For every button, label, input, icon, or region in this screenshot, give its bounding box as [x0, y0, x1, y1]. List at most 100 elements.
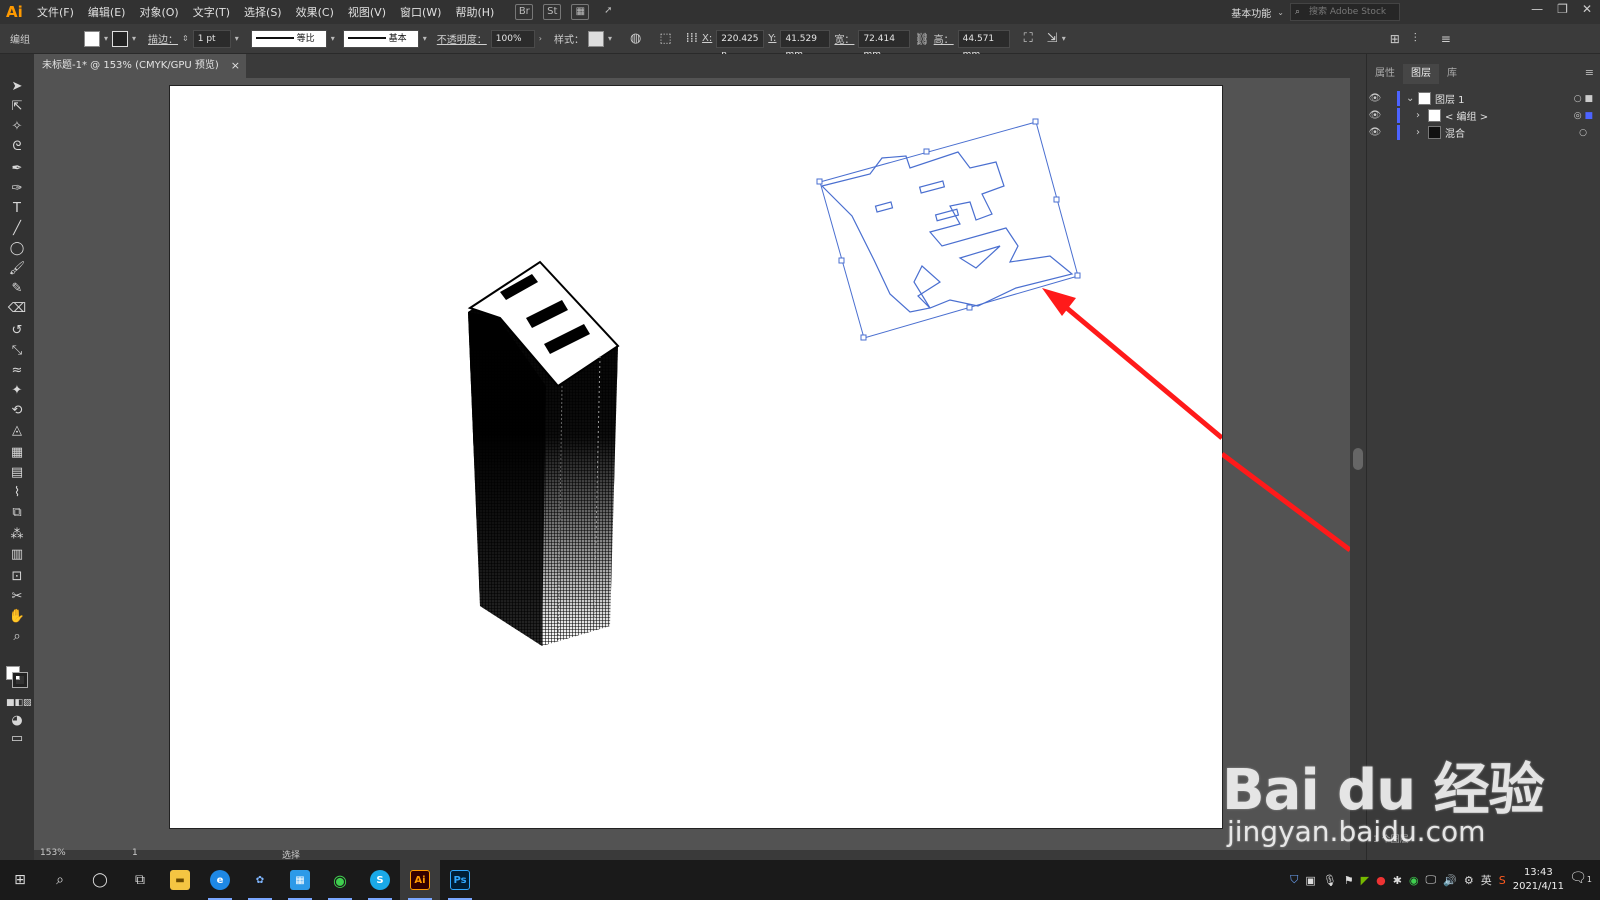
menu-select[interactable]: 选择(S) [237, 4, 289, 20]
chevron-right-icon[interactable]: › [1416, 127, 1428, 138]
panel-menu-icon[interactable]: ≡ [1585, 66, 1594, 79]
align-icon[interactable]: ⫶ [1414, 31, 1417, 46]
paintbrush-tool-icon[interactable]: 🖌 [6, 260, 28, 278]
gpu-performance-icon[interactable]: ➚ [599, 4, 617, 20]
hand-tool-icon[interactable]: ✋ [6, 608, 28, 626]
free-transform-tool-icon[interactable]: ⟲ [6, 402, 28, 420]
variable-width-profile[interactable]: 等比 [250, 29, 327, 48]
nvidia-icon[interactable]: ◤ [1361, 874, 1369, 887]
zoom-tool-icon[interactable]: ⌕ [6, 628, 28, 646]
stock-search-input[interactable]: ⌕ 搜索 Adobe Stock [1290, 3, 1400, 21]
menu-type[interactable]: 文字(T) [186, 4, 237, 20]
start-windows-icon[interactable]: ⊞ [0, 860, 40, 900]
constrain-proportions-icon[interactable]: ⛓ [914, 32, 929, 46]
chevron-right-icon[interactable]: › [539, 34, 542, 43]
artboard-number[interactable]: 1 [132, 848, 138, 858]
control-menu-icon[interactable]: ≡ [1441, 32, 1451, 46]
rotate-tool-icon[interactable]: ↺ [6, 322, 28, 340]
browser-icon[interactable]: S [360, 860, 400, 900]
puppet-warp-tool-icon[interactable]: ✦ [6, 382, 28, 400]
minimize-icon[interactable]: — [1531, 2, 1543, 16]
lasso-tool-icon[interactable]: ᘓ [6, 138, 28, 156]
warp-tool-icon[interactable]: ≈ [6, 362, 28, 380]
task-view-icon[interactable]: ⧉ [120, 860, 160, 900]
reference-point-icon[interactable]: ⁞⁞⁞ [686, 31, 698, 46]
opacity-field[interactable]: 100% [490, 29, 535, 48]
notification-center-icon[interactable]: 🗨1 [1569, 870, 1592, 886]
menu-effect[interactable]: 效果(C) [289, 4, 341, 20]
curvature-tool-icon[interactable]: ✑ [6, 180, 28, 198]
chevron-down-icon[interactable]: ▾ [331, 34, 335, 43]
direct-selection-tool-icon[interactable]: ⇱ [6, 98, 28, 116]
close-tab-icon[interactable]: × [231, 54, 240, 78]
visibility-eye-icon[interactable]: 👁 [1367, 127, 1383, 138]
color-mode-icon[interactable]: ■◧▨ [6, 694, 32, 712]
scale-tool-icon[interactable]: ⤡ [6, 342, 28, 360]
cortana-icon[interactable]: ◯ [80, 860, 120, 900]
shape-builder-tool-icon[interactable]: ◬ [6, 422, 28, 440]
stepper-icon[interactable]: ⇕ [182, 34, 189, 43]
wechat-icon[interactable]: ◉ [320, 860, 360, 900]
workspace-label[interactable]: 基本功能 [1231, 5, 1271, 20]
document-tab[interactable]: 未标题-1* @ 153% (CMYK/GPU 预览) × [34, 54, 246, 78]
artboard[interactable] [170, 86, 1224, 828]
chevron-down-icon[interactable]: ▾ [132, 34, 136, 43]
edge-browser-icon[interactable]: e [200, 860, 240, 900]
group-name[interactable]: < 编组 > [1445, 108, 1488, 123]
visibility-eye-icon[interactable]: 👁 [1367, 93, 1383, 104]
drawing-mode-icon[interactable]: ◕ [6, 712, 28, 730]
photoshop-taskbar-icon[interactable]: Ps [440, 860, 480, 900]
align-to-icon[interactable]: ⬚ [659, 31, 671, 46]
target-icon[interactable]: ◎ ■ [1574, 111, 1593, 121]
tray-red-icon[interactable]: ● [1376, 874, 1386, 887]
chevron-down-icon[interactable]: ▾ [104, 34, 108, 43]
close-icon[interactable]: ✕ [1582, 2, 1592, 16]
type-tool-icon[interactable]: T [6, 200, 28, 218]
tab-properties[interactable]: 属性 [1367, 64, 1403, 84]
search-icon[interactable]: ⌕ [40, 860, 80, 900]
bridge-icon[interactable]: Br [515, 4, 534, 20]
line-tool-icon[interactable]: ╱ [6, 220, 28, 238]
clock[interactable]: 13:43 2021/4/11 [1513, 866, 1564, 894]
target-icon[interactable]: ○ [1579, 128, 1587, 138]
ellipse-tool-icon[interactable]: ◯ [6, 240, 28, 258]
target-icon[interactable]: ○ ■ [1574, 94, 1593, 104]
blend-tool-icon[interactable]: ⧉ [6, 504, 28, 522]
chevron-down-icon[interactable]: ⌄ [1406, 93, 1418, 104]
input-method-indicator[interactable]: 英 [1481, 872, 1492, 888]
opacity-label[interactable]: 不透明度： [437, 31, 487, 46]
tray-flag-icon[interactable]: ⚑ [1344, 874, 1354, 887]
layer-row-blend[interactable]: 👁 › 混合 ○ [1367, 124, 1600, 141]
menu-object[interactable]: 对象(O) [132, 4, 185, 20]
tray-app3-icon[interactable]: ⚙ [1464, 874, 1474, 887]
chevron-down-icon[interactable]: ▾ [235, 34, 239, 43]
transform-icon[interactable]: ⛶ [1024, 31, 1033, 46]
shaper-tool-icon[interactable]: ✎ [6, 280, 28, 298]
tab-layers[interactable]: 图层 [1403, 64, 1439, 84]
canvas-area[interactable] [34, 78, 1350, 850]
menu-view[interactable]: 视图(V) [341, 4, 393, 20]
chevron-down-icon[interactable]: ▾ [423, 34, 427, 43]
volume-icon[interactable]: 🔊 [1443, 874, 1457, 887]
illustrator-taskbar-icon[interactable]: Ai [400, 860, 440, 900]
brush-definition[interactable]: 基本 [342, 29, 419, 48]
recolor-artwork-icon[interactable]: ◍ [630, 31, 641, 46]
menu-window[interactable]: 窗口(W) [393, 4, 448, 20]
tab-libraries[interactable]: 库 [1439, 64, 1465, 84]
visibility-eye-icon[interactable]: 👁 [1367, 110, 1383, 121]
menu-edit[interactable]: 编辑(E) [81, 4, 133, 20]
stroke-label[interactable]: 描边： [148, 31, 178, 46]
workspace-switcher[interactable]: 基本功能 ⌄ ⌕ 搜索 Adobe Stock [1231, 3, 1400, 21]
scroll-thumb[interactable] [1353, 448, 1363, 470]
layer-row-layer1[interactable]: 👁 ⌄ 图层 1 ○ ■ [1367, 90, 1600, 107]
layer-name[interactable]: 图层 1 [1435, 91, 1465, 106]
isolate-group-icon[interactable]: ⇲ [1047, 31, 1058, 46]
width-field[interactable]: 72.414 mm [858, 29, 911, 60]
extruded-blend-object[interactable] [467, 260, 620, 646]
screen-mode-icon[interactable]: ▭ [6, 730, 28, 748]
sogou-icon[interactable]: S [1499, 874, 1506, 887]
fill-stroke-icon[interactable] [6, 666, 28, 688]
security-shield-icon[interactable]: ⛉ [1290, 873, 1298, 887]
network-icon[interactable]: 🖵 [1426, 873, 1437, 887]
layer-row-group[interactable]: 👁 › < 编组 > ◎ ■ [1367, 107, 1600, 124]
